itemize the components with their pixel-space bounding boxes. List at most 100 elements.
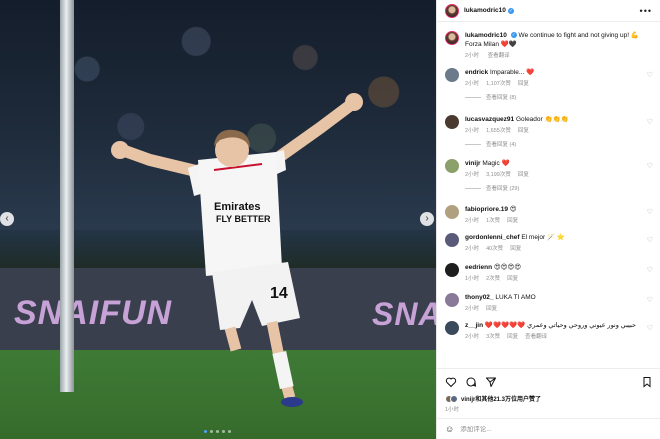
comment-username[interactable]: eedrienn	[465, 264, 492, 271]
bookmark-icon[interactable]	[641, 376, 653, 388]
liked-by-text[interactable]: vinijr和其他21.3万位用户赞了	[461, 394, 541, 403]
comment-likes[interactable]: 3,199次赞	[486, 172, 511, 178]
comment-avatar[interactable]	[445, 233, 459, 247]
caption-translate-link[interactable]: 查看翻译	[488, 53, 510, 59]
comment-avatar[interactable]	[445, 321, 459, 335]
view-replies-link[interactable]: 查看回复 (29)	[465, 185, 653, 194]
reply-link[interactable]: 回复	[518, 128, 529, 134]
caption-username[interactable]: lukamodric10	[465, 32, 507, 39]
comment-username[interactable]: fabiopriore.19	[465, 206, 508, 213]
add-comment-bar: ☺	[437, 418, 660, 439]
liker-avatar	[450, 394, 458, 403]
ellipsis-icon[interactable]: •••	[640, 6, 652, 16]
comment-username[interactable]: endrick	[465, 69, 488, 76]
svg-text:Emirates: Emirates	[214, 201, 260, 213]
comment-row: gordonlenni_chef El mejor 🪄 ⭐ 2小时 40次赞 回复 ♡	[437, 233, 660, 254]
action-bar: vinijr和其他21.3万位用户赞了 1小时	[437, 368, 660, 413]
comment-time: 2小时	[465, 81, 480, 87]
reply-link[interactable]: 回复	[486, 306, 497, 312]
comment-text: ❤️❤️❤️❤️❤️ حبيبي ونور عيوني وروحي وحياتي…	[484, 322, 637, 329]
comment-icon[interactable]	[465, 376, 477, 388]
comment-heart-icon[interactable]: ♡	[647, 71, 653, 79]
caption-avatar[interactable]	[445, 31, 459, 45]
post-time: 1小时	[445, 407, 460, 413]
comment-heart-icon[interactable]: ♡	[647, 266, 653, 274]
reply-link[interactable]: 回复	[518, 172, 529, 178]
svg-text:FLY BETTER: FLY BETTER	[216, 214, 271, 224]
comment-heart-icon[interactable]: ♡	[647, 236, 653, 244]
comment-row: fabiopriore.19 😍 2小时 1次赞 回复 ♡	[437, 205, 660, 226]
comment-heart-icon[interactable]: ♡	[647, 296, 653, 304]
comment-text: Imparable... ❤️	[489, 69, 535, 76]
carousel-dot	[228, 430, 231, 433]
comment-avatar[interactable]	[445, 159, 459, 173]
comment-username[interactable]: gordonlenni_chef	[465, 234, 520, 241]
reply-link[interactable]: 回复	[507, 218, 518, 224]
player-figure: Emirates FLY BETTER 14	[111, 93, 363, 407]
comment-text: Magic ❤️	[482, 160, 510, 167]
comment-text: 😍😍😍😍	[493, 264, 522, 271]
translate-link[interactable]: 查看翻译	[525, 334, 547, 340]
comment-avatar[interactable]	[445, 263, 459, 277]
comment-time: 2小时	[465, 218, 480, 224]
comment-username[interactable]: lucasvazquez91	[465, 116, 514, 123]
comment-username[interactable]: z__jin	[465, 322, 483, 329]
comment-time: 2小时	[465, 172, 480, 178]
reply-link[interactable]: 回复	[510, 246, 521, 252]
comment-text: 😍	[509, 206, 517, 213]
comment-heart-icon[interactable]: ♡	[647, 162, 653, 170]
liked-by[interactable]: vinijr和其他21.3万位用户赞了	[445, 394, 653, 403]
comment-text: El mejor 🪄 ⭐	[521, 234, 565, 241]
reply-link[interactable]: 回复	[507, 334, 518, 340]
comment-text: Goleador 👏👏👏	[515, 116, 569, 123]
comment-likes[interactable]: 40次赞	[486, 246, 503, 252]
comment-text: LUKA TI AMO	[495, 294, 536, 301]
next-arrow-icon[interactable]: ›	[420, 212, 434, 226]
comment-row: z__jin ❤️❤️❤️❤️❤️ حبيبي ونور عيوني وروحي…	[437, 321, 660, 342]
comment-heart-icon[interactable]: ♡	[647, 324, 653, 332]
comment-heart-icon[interactable]: ♡	[647, 118, 653, 126]
comment-row: thony02_ LUKA TI AMO 2小时 回复 ♡	[437, 293, 660, 314]
reply-link[interactable]: 回复	[518, 81, 529, 87]
carousel-dot	[204, 430, 207, 433]
reply-link[interactable]: 回复	[507, 276, 518, 282]
emoji-icon[interactable]: ☺	[445, 424, 454, 434]
post-side-panel: lukamodric10 ✓ ••• lukamodric10 ✓ We con…	[436, 0, 660, 439]
comment-row: eedrienn 😍😍😍😍 1小时 2次赞 回复 ♡	[437, 263, 660, 284]
svg-text:14: 14	[270, 285, 288, 302]
carousel-dot	[210, 430, 213, 433]
comment-likes[interactable]: 1,655次赞	[486, 128, 511, 134]
caption-time: 2小时	[465, 53, 480, 59]
view-replies-link[interactable]: 查看回复 (8)	[465, 94, 653, 103]
comment-row: lucasvazquez91 Goleador 👏👏👏 2小时 1,655次赞 回复查…	[437, 115, 660, 150]
share-icon[interactable]	[485, 376, 497, 388]
post-caption: lukamodric10 ✓ We continue to fight and …	[437, 23, 660, 61]
comments-scroll[interactable]: lukamodric10 ✓ We continue to fight and …	[437, 23, 660, 366]
previous-arrow-icon[interactable]: ‹	[0, 212, 14, 226]
comment-time: 2小时	[465, 246, 480, 252]
post-photo[interactable]: SNAIFUN SNAI Emirates FLY BETTER 14 ‹ ›	[0, 0, 436, 439]
comment-likes[interactable]: 1,107次赞	[486, 81, 511, 87]
comment-time: 2小时	[465, 334, 480, 340]
comment-avatar[interactable]	[445, 205, 459, 219]
verified-badge-icon: ✓	[510, 32, 517, 39]
comment-heart-icon[interactable]: ♡	[647, 208, 653, 216]
comment-username[interactable]: thony02_	[465, 294, 494, 301]
carousel-dots	[204, 430, 231, 433]
comment-time: 1小时	[465, 276, 480, 282]
author-avatar[interactable]	[445, 3, 459, 18]
comment-avatar[interactable]	[445, 115, 459, 129]
comment-avatar[interactable]	[445, 293, 459, 307]
view-replies-link[interactable]: 查看回复 (4)	[465, 141, 653, 150]
comment-input[interactable]	[460, 425, 653, 433]
author-username[interactable]: lukamodric10	[464, 7, 506, 14]
like-heart-icon[interactable]	[445, 376, 457, 388]
comment-time: 2小时	[465, 128, 480, 134]
comment-likes[interactable]: 1次赞	[486, 218, 500, 224]
comment-username[interactable]: vinijr	[465, 160, 481, 167]
carousel-dot	[222, 430, 225, 433]
comment-likes[interactable]: 2次赞	[486, 276, 500, 282]
carousel-dot	[216, 430, 219, 433]
comment-likes[interactable]: 3次赞	[486, 334, 500, 340]
comment-avatar[interactable]	[445, 68, 459, 82]
